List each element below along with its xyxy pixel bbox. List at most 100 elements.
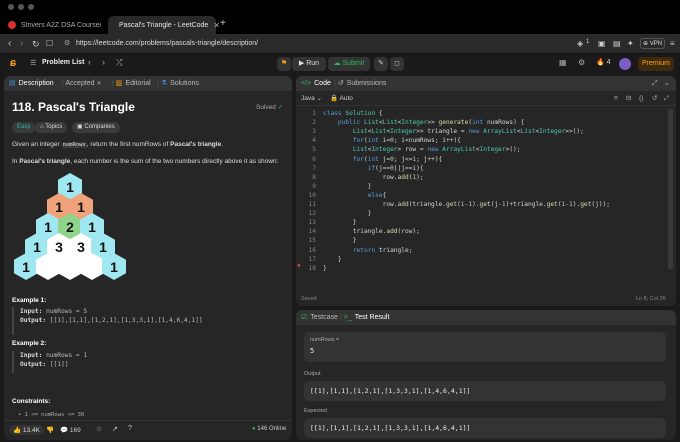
problem-list-link[interactable]: Problem List [42, 59, 84, 66]
tab-test-result[interactable]: | >_ Test Result [340, 310, 389, 325]
code-line[interactable]: } [323, 209, 372, 218]
code-line[interactable]: for(int j=0; j<=i; j++){ [323, 155, 442, 164]
tab-accepted[interactable]: | Accepted ✕ [62, 76, 102, 92]
window-controls[interactable] [8, 4, 34, 10]
difficulty-badge[interactable]: Easy [12, 122, 36, 133]
tab-submissions[interactable]: | ↺ Submissions [334, 76, 386, 91]
dislike-icon[interactable]: 👎 [46, 426, 54, 434]
leo-ai-icon[interactable]: ✦ [627, 38, 634, 50]
close-tab-icon[interactable]: ✕ [213, 21, 220, 30]
tab-code[interactable]: </> Code [301, 76, 331, 91]
run-button[interactable]: ▶ Run [292, 57, 326, 71]
editor-scrollbar[interactable] [668, 109, 673, 269]
premium-button[interactable]: Premium [638, 57, 674, 71]
prev-problem-icon[interactable]: ‹ [88, 57, 91, 67]
code-line[interactable]: } [323, 255, 342, 264]
notes-button[interactable]: ✎ [374, 57, 388, 71]
url-field[interactable]: ⚙ https://leetcode.com/problems/pascals-… [62, 37, 572, 51]
code-line[interactable]: List<Integer> row = new ArrayList<Intege… [323, 145, 521, 154]
auto-mode-button[interactable]: 🔒 Auto [330, 91, 353, 106]
layout-icon[interactable]: ▦ [559, 58, 567, 67]
code-icon: </> [301, 80, 312, 87]
forward-icon[interactable]: › [20, 38, 23, 50]
whiteboard-button[interactable]: ◻ [390, 57, 404, 71]
browser-tab-leetcode[interactable]: Pascal's Triangle - LeetCode ✕ [108, 16, 220, 34]
sidebar-icon[interactable]: ▤ [613, 38, 621, 50]
solved-status: Solved ✓ [256, 104, 284, 111]
output-box: [[1],[1,1],[1,2,1],[1,3,3,1],[1,4,6,4,1]… [304, 381, 666, 401]
code-line[interactable]: row.add(triangle.get(i-1).get(j-1)+trian… [323, 200, 610, 209]
code-line[interactable]: List<List<Integer>> triangle = new Array… [323, 127, 584, 136]
next-problem-icon[interactable]: › [102, 57, 105, 67]
code-line[interactable]: class Solution { [323, 109, 383, 118]
format-icon[interactable]: ≡ [614, 91, 618, 106]
line-number: 14 [308, 228, 316, 236]
avatar[interactable] [619, 58, 631, 70]
companies-tag[interactable]: ▣ Companies [72, 122, 120, 133]
like-button[interactable]: 👍 13.4K [9, 425, 44, 435]
close-icon[interactable]: ✕ [97, 81, 102, 87]
collapse-icon[interactable]: ⌄ [664, 76, 670, 91]
share-icon[interactable]: ↗ [112, 425, 118, 433]
fullscreen-icon[interactable]: ⤢ [664, 91, 669, 106]
code-line[interactable]: for(int i=0; i<numRows; i++){ [323, 136, 461, 145]
code-line[interactable]: triangle.add(row); [323, 227, 420, 236]
line-number: 3 [312, 128, 316, 136]
language-select[interactable]: Java ⌄ [301, 91, 322, 106]
help-icon[interactable]: ? [128, 425, 132, 432]
tab-solutions[interactable]: | ⚗ Solutions [157, 76, 199, 91]
code-line[interactable]: } [323, 264, 327, 273]
code-editor[interactable]: 1 class Solution {2 public List<List<Inte… [296, 109, 666, 279]
extensions-icon[interactable]: ▣ [598, 38, 606, 50]
tab-testcase[interactable]: ☑ Testcase [301, 310, 338, 325]
online-count: ● 146 Online [252, 426, 287, 432]
input-box: numRows = 5 [304, 332, 666, 362]
back-icon[interactable]: ‹ [8, 38, 11, 50]
list-icon: ☰ [30, 60, 37, 67]
problem-description: In Pascal's triangle, each number is the… [12, 158, 279, 165]
code-line[interactable]: return triangle; [323, 246, 413, 255]
notifications-button[interactable]: 🔥 4 [596, 58, 611, 66]
code-line[interactable]: } [323, 218, 357, 227]
code-line[interactable]: public List<List<Integer>> generate(int … [323, 118, 524, 127]
topics-tag[interactable]: ⌂ Topics [35, 122, 68, 133]
maximize-icon[interactable]: ⤢ [652, 76, 658, 91]
code-line[interactable]: if(j==0||j==i){ [323, 164, 424, 173]
result-tabs: ☑ Testcase | >_ Test Result [296, 310, 676, 325]
brave-shield-icon[interactable]: ◈ [577, 38, 583, 50]
shuffle-icon[interactable]: ⤮ [116, 58, 122, 68]
reset-icon[interactable]: ↺ [652, 91, 657, 106]
code-line[interactable]: else{ [323, 191, 387, 200]
expected-label: Expected [304, 408, 327, 414]
output-label: Output [304, 371, 321, 377]
star-icon[interactable]: ☆ [96, 425, 102, 433]
flask-icon: ⚗ [160, 80, 168, 87]
code-line[interactable]: row.add(1); [323, 173, 424, 182]
line-number: 2 [312, 119, 316, 127]
tab-description[interactable]: ▤ Description [9, 76, 54, 91]
vpn-button[interactable]: ⊕ VPN [640, 38, 666, 49]
tab-editorial[interactable]: | ▥ Editorial [112, 76, 151, 91]
code-line[interactable]: } [323, 236, 357, 245]
bookmark-code-icon[interactable]: ⊟ [626, 91, 631, 106]
reload-icon[interactable]: ↻ [32, 38, 40, 50]
menu-icon[interactable]: ≡ [670, 38, 675, 50]
code-line[interactable]: } [323, 182, 372, 191]
braces-icon[interactable]: {} [639, 91, 643, 106]
problem-title[interactable]: 118. Pascal's Triangle [12, 100, 135, 114]
line-number: 16 [308, 246, 316, 254]
editor-toolbar: Java ⌄ 🔒 Auto ≡ ⊟ {} ↺ ⤢ [296, 91, 676, 106]
test-result-panel: ☑ Testcase | >_ Test Result numRows = 5 Ou… [296, 310, 676, 440]
settings-icon[interactable]: ⚙ [578, 58, 585, 67]
submit-button[interactable]: ☁ Submit [328, 57, 370, 71]
bookmark-icon[interactable]: ☐ [46, 38, 53, 50]
site-info-icon[interactable]: ⚙ [64, 37, 70, 51]
comments-button[interactable]: 💬 169 [60, 426, 81, 434]
cursor-position: Ln 8, Col 26 [636, 296, 666, 302]
line-number: 7 [312, 164, 316, 172]
new-tab-button[interactable]: + [220, 18, 226, 29]
debug-button[interactable]: ⚑ [277, 57, 291, 71]
book-icon: ▥ [115, 80, 123, 87]
leetcode-logo-icon[interactable]: ɕ [10, 57, 16, 69]
browser-tab-strivers[interactable]: Strivers A2Z DSA Course/Sheet [2, 16, 108, 34]
